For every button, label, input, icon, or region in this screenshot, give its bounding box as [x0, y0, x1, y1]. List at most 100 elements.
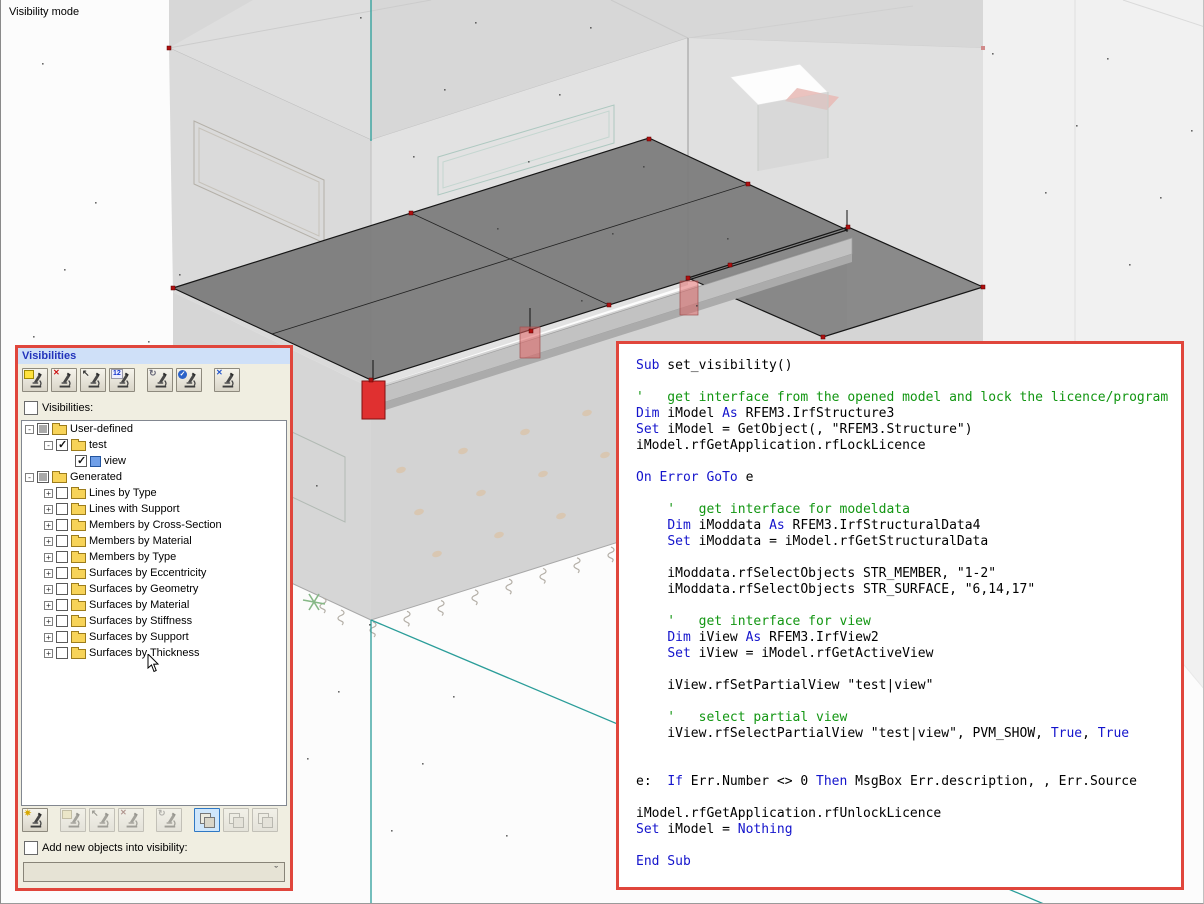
visibility-tree: - User-defined - test view - Generated + Lines b… — [21, 420, 287, 806]
tree-checkbox[interactable] — [37, 471, 49, 483]
tree-checkbox[interactable] — [56, 567, 68, 579]
visibility-mode-label: Visibility mode — [9, 6, 80, 18]
expand-icon[interactable]: + — [44, 648, 53, 658]
expand-icon[interactable]: + — [44, 504, 53, 514]
folder-icon — [71, 551, 86, 563]
collapse-icon[interactable]: - — [44, 440, 53, 450]
visibility-filled-button[interactable] — [22, 368, 48, 392]
tree-checkbox[interactable] — [56, 583, 68, 595]
expand-icon[interactable]: + — [44, 520, 53, 530]
visibility-delete-icon-badge: ✕ — [53, 368, 60, 377]
visibilities-checkbox-label: Visibilities: — [42, 402, 94, 414]
tree-checkbox[interactable] — [56, 631, 68, 643]
tree-item-lines-by-type[interactable]: + Lines by Type — [22, 485, 286, 501]
tree-item-label: Generated — [70, 471, 122, 483]
rename-visibility-button: ✕ — [118, 808, 144, 832]
folder-icon — [52, 471, 67, 483]
tree-item-label: Surfaces by Eccentricity — [89, 567, 207, 579]
add-objects-checkbox-row[interactable]: Add new objects into visibility: — [24, 841, 188, 855]
visibility-accept-button[interactable]: ✓ — [176, 368, 202, 392]
code-panel: Sub set_visibility() ' get interface fro… — [616, 341, 1184, 890]
visibilities-checkbox-row[interactable]: Visibilities: — [24, 401, 93, 415]
tree-item-test[interactable]: - test — [22, 437, 286, 453]
tree-item-generated[interactable]: - Generated — [22, 469, 286, 485]
expand-icon[interactable]: + — [44, 584, 53, 594]
tree-item-label: Members by Material — [89, 535, 192, 547]
visibility-rotate-button[interactable]: ↻ — [147, 368, 173, 392]
tree-item-label: Surfaces by Geometry — [89, 583, 199, 595]
expand-icon[interactable]: + — [44, 632, 53, 642]
expand-icon[interactable]: + — [44, 600, 53, 610]
new-visibility-icon-badge: ✷ — [24, 808, 32, 818]
application-window: Visibility mode Visibilities ✕ ↖ 12 ↻ ✓ ✕ Vis… — [0, 0, 1204, 904]
tree-item-members-by-material[interactable]: + Members by Material — [22, 533, 286, 549]
new-visibility-button[interactable]: ✷ — [22, 808, 48, 832]
visibility-cancel-icon-badge: ✕ — [216, 368, 223, 377]
visibility-delete-button[interactable]: ✕ — [51, 368, 77, 392]
tree-item-surfaces-by-support[interactable]: + Surfaces by Support — [22, 629, 286, 645]
tree-checkbox[interactable] — [56, 615, 68, 627]
expand-icon[interactable]: + — [44, 616, 53, 626]
mode-union-button[interactable] — [194, 808, 220, 832]
visibility-filled-icon-badge — [24, 370, 34, 379]
tree-item-user-defined[interactable]: - User-defined — [22, 421, 286, 437]
add-visibility-dropdown[interactable]: ˇ — [23, 862, 285, 882]
tree-checkbox[interactable] — [56, 535, 68, 547]
tree-item-surfaces-by-material[interactable]: + Surfaces by Material — [22, 597, 286, 613]
collapse-icon[interactable]: - — [25, 472, 34, 482]
tree-checkbox[interactable] — [56, 438, 68, 451]
tree-checkbox[interactable] — [37, 423, 49, 435]
tree-item-members-by-cross-section[interactable]: + Members by Cross-Section — [22, 517, 286, 533]
tree-item-label: Members by Cross-Section — [89, 519, 222, 531]
tree-item-view[interactable]: view — [22, 453, 286, 469]
tree-checkbox[interactable] — [56, 551, 68, 563]
rename-visibility-icon-badge: ✕ — [120, 808, 127, 817]
beam-end-section-red — [679, 280, 699, 316]
folder-icon — [71, 631, 86, 643]
mouse-cursor — [147, 654, 160, 673]
tree-item-label: User-defined — [70, 423, 133, 435]
expand-icon[interactable]: + — [44, 568, 53, 578]
tree-checkbox[interactable] — [56, 487, 68, 499]
folder-icon — [71, 519, 86, 531]
tree-item-surfaces-by-eccentricity[interactable]: + Surfaces by Eccentricity — [22, 565, 286, 581]
visibility-accept-icon-badge: ✓ — [178, 370, 187, 379]
visibility-cancel-button[interactable]: ✕ — [214, 368, 240, 392]
expand-icon[interactable]: + — [44, 488, 53, 498]
copy-visibility-button: ↖ — [89, 808, 115, 832]
visibilities-checkbox[interactable] — [24, 401, 38, 415]
tree-item-label: test — [89, 439, 107, 451]
tree-checkbox[interactable] — [75, 454, 87, 467]
tree-checkbox[interactable] — [56, 503, 68, 515]
visibilities-toolbar-bottom: ✷ ↖ ✕ ↻ — [22, 808, 281, 832]
tree-item-surfaces-by-geometry[interactable]: + Surfaces by Geometry — [22, 581, 286, 597]
view-icon — [90, 455, 101, 467]
expand-icon[interactable]: + — [44, 536, 53, 546]
tree-item-label: view — [104, 455, 127, 467]
folder-icon — [71, 487, 86, 499]
chevron-down-icon: ˇ — [274, 865, 278, 877]
tree-item-label: Lines with Support — [89, 503, 180, 515]
folder-icon — [71, 583, 86, 595]
tree-item-label: Surfaces by Support — [89, 631, 189, 643]
visibility-move-button[interactable]: ↖ — [80, 368, 106, 392]
folder-icon — [52, 423, 67, 435]
tree-item-label: Members by Type — [89, 551, 177, 563]
tree-item-label: Surfaces by Stiffness — [89, 615, 193, 627]
expand-icon[interactable]: + — [44, 552, 53, 562]
tree-item-surfaces-by-stiffness[interactable]: + Surfaces by Stiffness — [22, 613, 286, 629]
folder-icon — [71, 439, 86, 451]
folder-icon — [71, 599, 86, 611]
visibilities-toolbar-top: ✕ ↖ 12 ↻ ✓ ✕ — [22, 368, 243, 392]
tree-item-members-by-type[interactable]: + Members by Type — [22, 549, 286, 565]
visibility-numbering-button[interactable]: 12 — [109, 368, 135, 392]
tree-item-lines-with-support[interactable]: + Lines with Support — [22, 501, 286, 517]
collapse-icon[interactable]: - — [25, 424, 34, 434]
tree-checkbox[interactable] — [56, 519, 68, 531]
tree-checkbox[interactable] — [56, 647, 68, 659]
tree-checkbox[interactable] — [56, 599, 68, 611]
add-objects-checkbox[interactable] — [24, 841, 38, 855]
folder-icon — [71, 647, 86, 659]
vba-code: Sub set_visibility() ' get interface fro… — [636, 358, 1169, 869]
tree-item-label: Surfaces by Material — [89, 599, 190, 611]
